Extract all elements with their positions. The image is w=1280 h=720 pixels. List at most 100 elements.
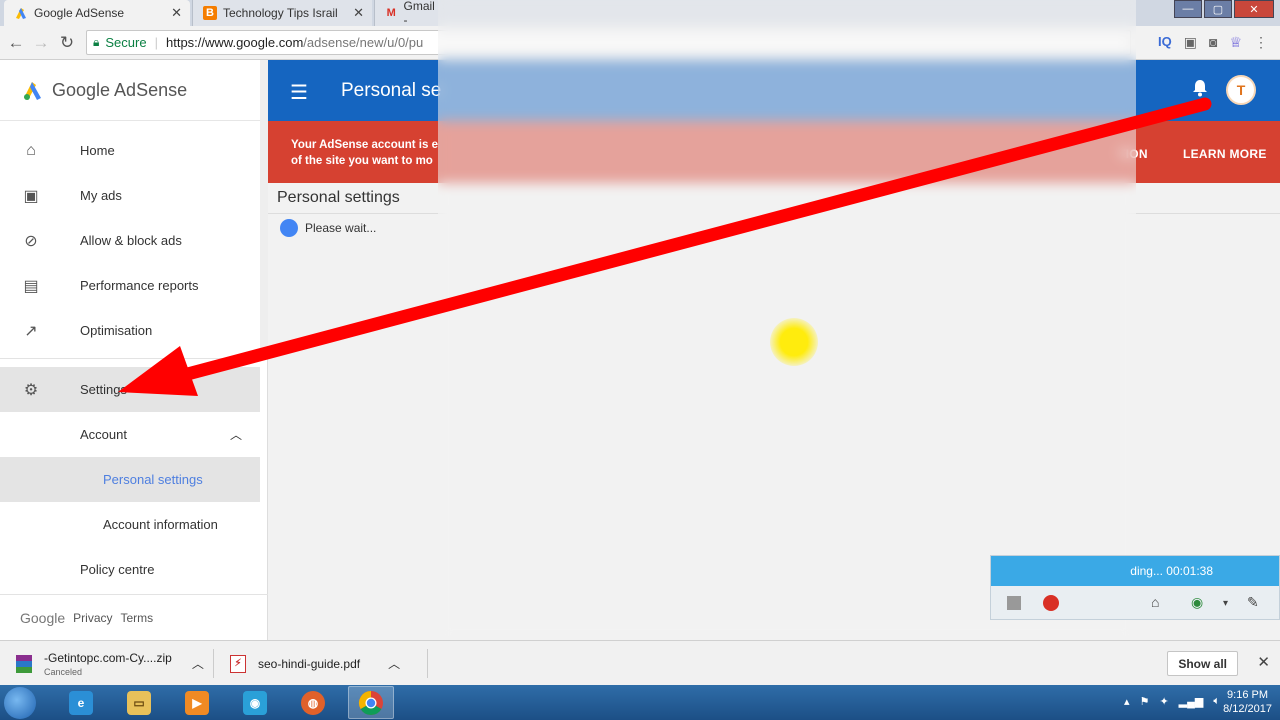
- sidebar-item-personal-settings[interactable]: Personal settings: [0, 457, 260, 502]
- stop-icon[interactable]: [1007, 596, 1021, 610]
- terms-link[interactable]: Terms: [121, 611, 154, 625]
- adsense-favicon-icon: [14, 6, 28, 20]
- sidebar-scrollbar[interactable]: [260, 60, 268, 357]
- camera-extension-icon[interactable]: ◙: [1209, 34, 1217, 51]
- action-center-flag-icon[interactable]: ⚑: [1140, 695, 1150, 708]
- download-item-zip[interactable]: -Getintopc.com-Cy....zip Canceled ︿: [16, 641, 204, 686]
- maximize-icon[interactable]: ▢: [1204, 0, 1232, 18]
- loading-text: Please wait...: [305, 221, 377, 235]
- adsense-logo-icon: [24, 82, 41, 100]
- internet-explorer-icon[interactable]: e: [58, 686, 104, 719]
- banner-message: Your AdSense account is e of the site yo…: [291, 137, 451, 169]
- avatar[interactable]: T: [1226, 75, 1256, 105]
- sidebar-item-account[interactable]: Account ︿: [0, 412, 267, 457]
- adsense-sidebar: Google AdSense ⌂ Home ▣ My ads ⊘ Allow &…: [0, 60, 268, 640]
- cursor-highlight: [770, 318, 818, 366]
- tab-close-icon[interactable]: ✕: [171, 5, 182, 21]
- screen-recorder-widget: ding... 00:01:38 ⌂ ◉ ▾ ✎: [990, 555, 1280, 620]
- download-info: -Getintopc.com-Cy....zip Canceled: [44, 651, 172, 677]
- gmail-favicon-icon: M: [386, 7, 396, 19]
- sidebar-item-policy-centre[interactable]: Policy centre: [0, 547, 267, 592]
- minimize-icon[interactable]: —: [1174, 0, 1202, 18]
- brand[interactable]: Google AdSense: [0, 60, 267, 121]
- facebook-extension-icon[interactable]: ▣: [1184, 34, 1197, 51]
- sidebar-item-label: Account information: [103, 517, 218, 532]
- sidebar-item-settings[interactable]: ⚙ Settings: [0, 367, 260, 412]
- clock-time: 9:16 PM: [1227, 689, 1269, 701]
- windows-taskbar: e ▭ ▶ ◉ ◍ ▴ ⚑ ✦ ▂▄▆ 🔈︎ 9:16 PM 8/12/2017: [0, 685, 1280, 720]
- download-item-pdf[interactable]: ⚡︎ seo-hindi-guide.pdf ︿: [230, 641, 400, 686]
- recorder-controls: ⌂ ◉ ▾ ✎: [991, 586, 1279, 621]
- url-path: /adsense/new/u/0/pu: [303, 35, 424, 50]
- sidebar-item-label: Settings: [80, 382, 127, 397]
- brand-name: Google AdSense: [52, 79, 188, 100]
- system-tray: ▴ ⚑ ✦ ▂▄▆ 🔈︎: [1124, 695, 1220, 708]
- close-icon[interactable]: ✕: [1257, 653, 1270, 671]
- chrome-icon[interactable]: [348, 686, 394, 719]
- sidebar-item-home[interactable]: ⌂ Home: [0, 128, 267, 173]
- extension-icon[interactable]: ♕: [1229, 34, 1242, 51]
- archive-file-icon: [16, 654, 32, 673]
- sidebar-item-performance-reports[interactable]: ▤ Performance reports: [0, 263, 267, 308]
- sidebar-item-label: Account: [80, 427, 127, 442]
- page-title: Personal se: [341, 80, 442, 101]
- audio-icon[interactable]: ◉: [1191, 594, 1203, 611]
- reload-icon[interactable]: ↻: [57, 33, 77, 53]
- pdf-file-icon: ⚡︎: [230, 654, 246, 673]
- download-bar: -Getintopc.com-Cy....zip Canceled ︿ ⚡︎ s…: [0, 640, 1280, 685]
- address-separator: |: [154, 35, 158, 50]
- back-arrow-icon[interactable]: ←: [6, 33, 26, 53]
- block-icon: ⊘: [24, 232, 38, 250]
- sidebar-item-label: Personal settings: [103, 472, 203, 487]
- tab-close-icon[interactable]: ✕: [353, 5, 364, 21]
- sidebar-footer: Google Privacy Terms: [0, 594, 268, 640]
- window-close-icon[interactable]: ✕: [1234, 0, 1274, 18]
- firefox-icon[interactable]: ◍: [290, 686, 336, 719]
- webcam-icon[interactable]: ⌂: [1151, 594, 1159, 610]
- trending-up-icon: ↗: [24, 322, 38, 340]
- hamburger-menu-icon[interactable]: ☰: [290, 80, 308, 105]
- volume-icon[interactable]: 🔈︎: [1213, 695, 1220, 708]
- windows-start-icon[interactable]: [4, 687, 36, 719]
- sidebar-item-optimisation[interactable]: ↗ Optimisation: [0, 308, 267, 353]
- forward-arrow-icon[interactable]: →: [31, 33, 51, 53]
- chevron-up-icon[interactable]: ︿: [388, 655, 400, 672]
- tab-google-adsense[interactable]: Google AdSense ✕: [4, 0, 190, 26]
- clock-date: 8/12/2017: [1223, 703, 1272, 715]
- tray-app-icon[interactable]: ✦: [1159, 695, 1168, 708]
- record-icon[interactable]: [1043, 595, 1059, 611]
- chrome-logo-icon: [358, 690, 383, 715]
- blogger-favicon-icon: B: [203, 6, 217, 20]
- dropdown-caret-icon[interactable]: ▾: [1223, 598, 1228, 609]
- iq-extension-icon[interactable]: IQ: [1158, 34, 1172, 51]
- file-explorer-icon[interactable]: ▭: [116, 686, 162, 719]
- chevron-up-icon[interactable]: ︿: [230, 426, 242, 443]
- download-info: seo-hindi-guide.pdf: [258, 657, 360, 671]
- url-host: https://www.google.com: [165, 35, 304, 50]
- system-clock[interactable]: 9:16 PM 8/12/2017: [1223, 688, 1272, 716]
- home-icon: ⌂: [26, 141, 36, 159]
- browser-menu-icon[interactable]: ⋮: [1254, 34, 1268, 51]
- download-status: Canceled: [44, 666, 83, 677]
- chevron-up-icon[interactable]: ︿: [192, 655, 204, 672]
- camtasia-icon[interactable]: ◉: [232, 686, 278, 719]
- sidebar-item-account-information[interactable]: Account information: [0, 502, 267, 547]
- learn-more-button[interactable]: LEARN MORE: [1183, 147, 1267, 161]
- media-player-icon[interactable]: ▶: [174, 686, 220, 719]
- tab-gmail[interactable]: M Gmail -: [374, 0, 438, 27]
- tray-expand-icon[interactable]: ▴: [1124, 695, 1130, 708]
- tab-title: Google AdSense: [34, 6, 125, 20]
- notification-bell-icon[interactable]: [1192, 79, 1208, 102]
- tab-title: Technology Tips Israil: [223, 6, 338, 20]
- show-all-button[interactable]: Show all: [1167, 651, 1238, 676]
- network-signal-icon[interactable]: ▂▄▆: [1179, 695, 1204, 708]
- privacy-link[interactable]: Privacy: [73, 611, 112, 625]
- recorder-status: ding... 00:01:38: [1130, 564, 1213, 578]
- download-name: seo-hindi-guide.pdf: [258, 656, 361, 671]
- download-separator: [213, 649, 214, 678]
- pencil-icon[interactable]: ✎: [1247, 594, 1259, 611]
- sidebar-item-my-ads[interactable]: ▣ My ads: [0, 173, 267, 218]
- window-controls: — ▢ ✕: [1174, 0, 1274, 18]
- sidebar-item-allow-block-ads[interactable]: ⊘ Allow & block ads: [0, 218, 267, 263]
- tab-technology-tips[interactable]: B Technology Tips Israil ✕: [192, 0, 372, 26]
